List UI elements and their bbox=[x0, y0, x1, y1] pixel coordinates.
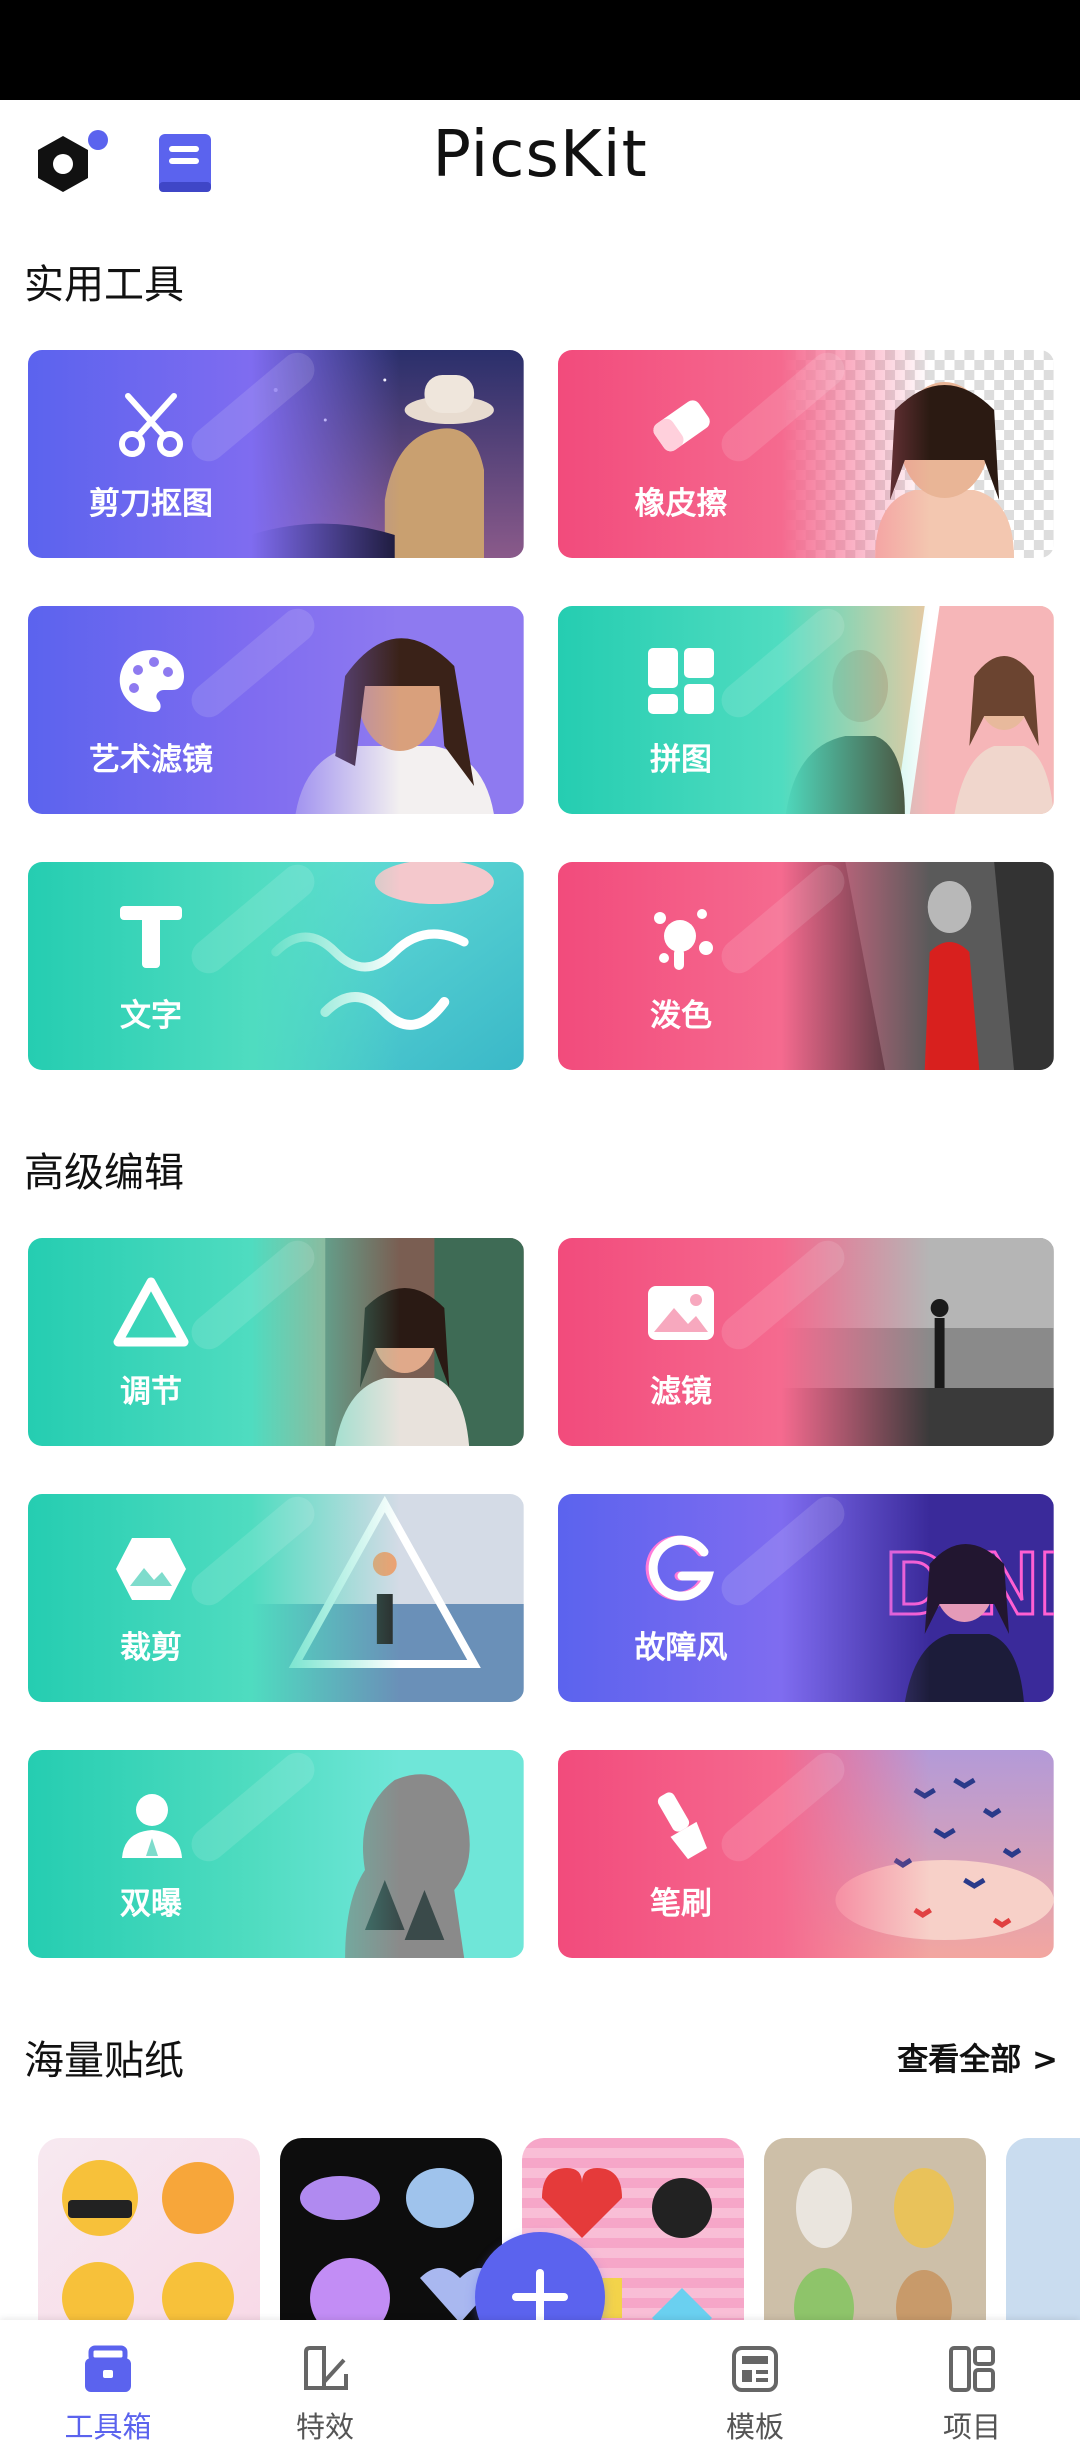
glitch-icon bbox=[645, 1535, 715, 1601]
tab-toolbox[interactable]: 工具箱 bbox=[28, 2342, 188, 2452]
advanced-card-brush[interactable]: 笔刷 bbox=[558, 1750, 1054, 1958]
tab-label: 特效 bbox=[295, 2410, 354, 2444]
app-title: PicsKit bbox=[432, 118, 648, 192]
collage-icon bbox=[648, 648, 714, 714]
tool-card-color-splash[interactable]: 泼色 bbox=[558, 862, 1054, 1070]
tab-label: 项目 bbox=[942, 2410, 1001, 2444]
project-icon bbox=[949, 2346, 995, 2392]
section-title-stickers: 海量贴纸 bbox=[24, 2038, 184, 2084]
holographic-stickers-image bbox=[300, 2168, 500, 2330]
double-exposure-icon bbox=[122, 1794, 182, 1858]
sticker-pack-partial[interactable] bbox=[1006, 2138, 1080, 2330]
tool-label: 艺术滤镜 bbox=[89, 742, 213, 778]
sticker-pack-easter[interactable] bbox=[764, 2138, 986, 2330]
template-icon bbox=[732, 2346, 778, 2392]
text-icon bbox=[120, 906, 182, 968]
tab-projects[interactable]: 项目 bbox=[892, 2342, 1052, 2452]
tool-card-art-filter[interactable]: 艺术滤镜 bbox=[28, 606, 524, 814]
splash-icon bbox=[654, 909, 713, 970]
tab-templates[interactable]: 模板 bbox=[675, 2342, 835, 2452]
sticker-pack-emoji[interactable] bbox=[38, 2138, 260, 2330]
tool-label: 文字 bbox=[120, 998, 182, 1034]
see-all-link[interactable]: 查看全部 > bbox=[897, 2034, 1058, 2079]
tool-label: 滤镜 bbox=[650, 1374, 712, 1410]
app-bar: PicsKit bbox=[0, 100, 1080, 230]
brush-icon bbox=[657, 1792, 708, 1860]
tab-label: 工具箱 bbox=[64, 2410, 152, 2444]
advanced-card-filter[interactable]: 滤镜 bbox=[558, 1238, 1054, 1446]
easter-stickers-image bbox=[794, 2168, 954, 2330]
sticker-pack-holographic[interactable] bbox=[280, 2138, 502, 2330]
advanced-card-adjust[interactable]: 调节 bbox=[28, 1238, 524, 1446]
tool-label: 泼色 bbox=[650, 998, 712, 1034]
tool-label: 调节 bbox=[120, 1374, 182, 1410]
tool-card-eraser[interactable]: 橡皮擦 bbox=[558, 350, 1054, 558]
filter-icon bbox=[648, 1286, 714, 1340]
tool-card-collage[interactable]: 拼图 bbox=[558, 606, 1054, 814]
tool-card-scissors[interactable]: 剪刀抠图 bbox=[28, 350, 524, 558]
bottom-tab-bar: 工具箱 特效 模板 项目 bbox=[0, 2320, 1080, 2460]
advanced-card-glitch[interactable]: DINER 故障风 bbox=[558, 1494, 1054, 1702]
eraser-icon bbox=[653, 400, 710, 452]
status-bar bbox=[0, 0, 1080, 100]
palette-icon bbox=[119, 650, 184, 712]
tool-label: 橡皮擦 bbox=[634, 486, 728, 522]
scissors-icon bbox=[119, 393, 183, 457]
tool-label: 剪刀抠图 bbox=[89, 486, 213, 522]
tool-card-text[interactable]: 文字 bbox=[28, 862, 524, 1070]
adjust-icon bbox=[113, 1277, 189, 1347]
advanced-card-double-exposure[interactable]: 双曝 bbox=[28, 1750, 524, 1958]
tab-label: 模板 bbox=[725, 2410, 784, 2444]
toolbox-icon bbox=[85, 2345, 131, 2392]
section-title-advanced: 高级编辑 bbox=[24, 1150, 184, 1196]
tool-label: 笔刷 bbox=[650, 1886, 712, 1922]
section-title-tools: 实用工具 bbox=[24, 262, 184, 308]
tool-label: 裁剪 bbox=[120, 1630, 182, 1666]
crop-icon bbox=[116, 1538, 186, 1600]
tool-label: 拼图 bbox=[650, 742, 712, 778]
tab-effects[interactable]: 特效 bbox=[245, 2342, 405, 2452]
emoji-stickers-image bbox=[62, 2160, 234, 2330]
tool-label: 故障风 bbox=[634, 1630, 728, 1666]
tool-label: 双曝 bbox=[120, 1886, 182, 1922]
effects-icon bbox=[304, 2346, 348, 2390]
advanced-card-crop[interactable]: 裁剪 bbox=[28, 1494, 524, 1702]
